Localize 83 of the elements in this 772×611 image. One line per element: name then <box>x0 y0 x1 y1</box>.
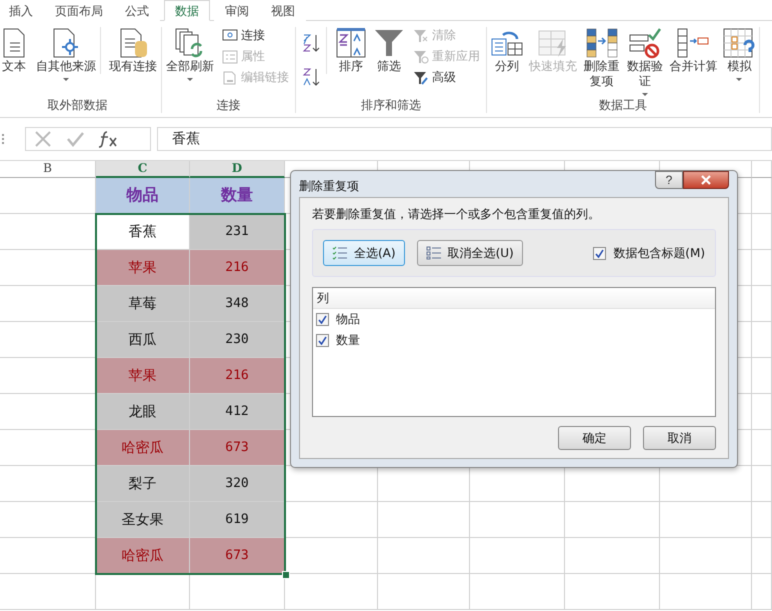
group-label: 排序和筛选 <box>360 97 422 113</box>
ribbon-button[interactable]: 连接 <box>222 27 289 44</box>
table-cell: 圣女果 <box>96 502 190 538</box>
close-icon <box>700 175 712 185</box>
formula-input[interactable]: 香蕉 <box>157 127 772 151</box>
properties-icon <box>222 50 238 64</box>
ribbon-tab[interactable]: 数据 <box>164 0 210 21</box>
ribbon-button[interactable]: 合并计算 <box>667 27 720 74</box>
table-header-cell: 物品 <box>96 178 190 214</box>
table-cell: 320 <box>190 466 285 502</box>
table-cell: 231 <box>190 214 285 250</box>
remove-duplicates-icon <box>586 27 618 59</box>
checkbox-label: 数据包含标题(M) <box>613 244 705 262</box>
table-cell: 梨子 <box>96 466 190 502</box>
table-cell: 香蕉 <box>96 214 190 250</box>
ribbon-button[interactable]: 筛选 <box>371 27 407 74</box>
caret-icon <box>63 78 69 81</box>
table-cell: 673 <box>190 538 285 574</box>
fill-handle[interactable] <box>282 571 290 579</box>
table-cell: 673 <box>190 430 285 466</box>
consolidate-icon <box>677 27 710 59</box>
checkbox[interactable] <box>316 313 329 326</box>
table-cell: 苹果 <box>96 358 190 394</box>
sort-descending-icon[interactable] <box>302 67 320 87</box>
table-cell: 苹果 <box>96 250 190 286</box>
checkbox[interactable] <box>316 334 329 347</box>
help-button[interactable]: ? <box>655 171 683 189</box>
table-cell: 216 <box>190 250 285 286</box>
column-header[interactable]: B <box>0 161 96 178</box>
sort-icon <box>335 27 367 59</box>
checkbox[interactable] <box>593 246 606 260</box>
ribbon-button[interactable]: 文本 <box>0 27 32 74</box>
ribbon-button[interactable]: 删除重复项 <box>581 27 622 89</box>
filter-icon <box>373 27 405 59</box>
clear-filter-icon <box>413 28 429 42</box>
table-cell: 西瓜 <box>96 322 190 358</box>
instruction-text: 若要删除重复值，请选择一个或多个包含重复值的列。 <box>312 206 601 223</box>
checklist-icon <box>332 246 348 260</box>
group-label: 取外部数据 <box>46 97 108 113</box>
table-cell: 草莓 <box>96 286 190 322</box>
edit-links-icon <box>222 70 238 84</box>
grip-icon <box>2 133 5 145</box>
select-all-button[interactable]: 全选(A) <box>323 240 405 266</box>
table-cell: 216 <box>190 358 285 394</box>
table-header-cell: 数量 <box>190 178 285 214</box>
table-cell: 412 <box>190 394 285 430</box>
check-icon[interactable] <box>66 130 84 148</box>
caret-icon <box>736 78 742 81</box>
table-cell: 230 <box>190 322 285 358</box>
unselect-all-button[interactable]: 取消全选(U) <box>416 240 523 266</box>
group-label: 数据工具 <box>598 97 648 113</box>
ribbon-button[interactable]: 模拟 <box>721 27 758 81</box>
group-label: 连接 <box>216 97 242 113</box>
data-validation-icon <box>628 27 661 59</box>
list-icon <box>426 246 442 260</box>
table-cell: 哈密瓜 <box>96 430 190 466</box>
caret-icon <box>187 78 193 81</box>
ribbon-button[interactable]: 全部刷新 <box>164 27 216 81</box>
ribbon-button[interactable]: 高级 <box>413 69 480 86</box>
table-cell: 哈密瓜 <box>96 538 190 574</box>
function-icon[interactable] <box>98 130 118 148</box>
column-header[interactable]: C <box>96 161 190 178</box>
close-button[interactable] <box>683 171 729 189</box>
connection-icon <box>222 28 238 42</box>
sort-ascending-icon[interactable] <box>302 33 320 53</box>
caret-icon <box>642 93 648 96</box>
column-header[interactable]: D <box>190 161 285 178</box>
reapply-filter-icon <box>413 50 429 64</box>
what-if-icon <box>723 27 756 59</box>
table-cell: 619 <box>190 502 285 538</box>
advanced-filter-icon <box>413 70 429 84</box>
table-cell: 龙眼 <box>96 394 190 430</box>
dialog-title: 删除重复项 <box>299 178 359 195</box>
ribbon-button[interactable]: 数据验证 <box>624 27 666 96</box>
ribbon-button[interactable]: 自其他来源 <box>34 27 98 81</box>
ok-button[interactable]: 确定 <box>558 426 631 450</box>
column-label: 数量 <box>336 332 360 349</box>
ribbon-button[interactable]: 现有连接 <box>100 27 159 74</box>
column-label: 物品 <box>336 311 360 328</box>
ribbon-button[interactable]: 分列 <box>489 27 525 74</box>
cancel-button[interactable]: 取消 <box>643 426 716 450</box>
table-cell: 348 <box>190 286 285 322</box>
ribbon-button[interactable]: 排序 <box>326 27 369 74</box>
